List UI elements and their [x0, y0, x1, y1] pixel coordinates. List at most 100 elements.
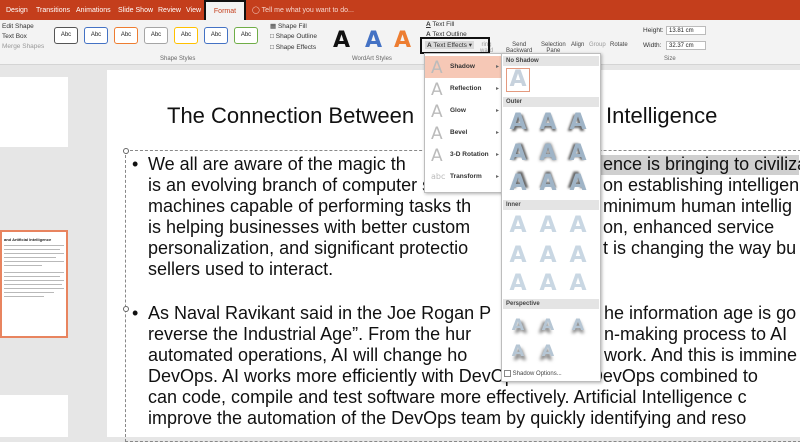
shadow-option[interactable]: A — [566, 111, 590, 135]
merge-shapes-button[interactable]: Merge Shapes — [2, 43, 44, 50]
shadow-option[interactable]: A — [536, 339, 560, 363]
menu-item-3d-rotation[interactable]: A 3-D Rotation ▸ — [425, 144, 503, 166]
shadow-option[interactable]: A — [536, 272, 560, 296]
shadow-option[interactable]: A — [536, 244, 560, 268]
width-input[interactable]: 32.37 cm — [666, 41, 706, 50]
shape-style-swatch[interactable]: Abc — [84, 27, 108, 44]
shape-fill-button[interactable]: ▦ Shape Fill — [270, 22, 307, 30]
wordart-style-black[interactable]: A — [333, 28, 350, 53]
transform-icon: abc — [431, 172, 446, 181]
shape-outline-label: Shape Outline — [275, 33, 317, 40]
body-line: personalization, and significant protect… — [148, 238, 469, 258]
shadow-options-label: Shadow Options... — [512, 371, 562, 377]
shadow-option[interactable]: A — [506, 214, 530, 238]
shadow-option[interactable]: A — [566, 272, 590, 296]
wordart-style-blue[interactable]: A — [365, 28, 382, 53]
shadow-option[interactable]: A — [566, 142, 590, 166]
shadow-option[interactable]: A — [566, 214, 590, 238]
wordart-style-orange[interactable]: A — [394, 28, 411, 53]
shadow-option-none[interactable]: A — [506, 68, 530, 92]
thumbnail-title: and Artificial Intelligence — [4, 237, 52, 242]
thumbnail-text-line — [4, 288, 64, 289]
shadow-option[interactable]: A — [536, 214, 560, 238]
text-fill-button[interactable]: A Text Fill — [426, 21, 454, 28]
text-effects-highlight-box — [420, 37, 490, 54]
menu-item-bevel[interactable]: A Bevel ▸ — [425, 122, 503, 144]
shape-style-swatch[interactable]: Abc — [174, 27, 198, 44]
slide-title[interactable]: The Connection Between icial Intelligenc… — [167, 103, 717, 129]
height-label: Height: — [643, 27, 664, 34]
gallery-section-perspective: Perspective — [503, 299, 599, 309]
edit-shape-button[interactable]: Edit Shape — [2, 23, 34, 30]
group-label-shape-styles: Shape Styles — [160, 56, 196, 62]
tab-review[interactable]: Review — [158, 0, 181, 20]
resize-handle[interactable] — [123, 148, 129, 154]
bullet: • — [132, 154, 139, 174]
menu-item-label: Glow — [450, 107, 466, 114]
group-label-size: Size — [664, 56, 676, 62]
thumbnail-text-line — [4, 265, 42, 266]
shadow-option[interactable]: A — [506, 172, 530, 196]
tab-slide-show[interactable]: Slide Show — [118, 0, 153, 20]
shadow-option[interactable]: A — [566, 172, 590, 196]
thumbnail-text-line — [4, 296, 44, 297]
shape-effects-button[interactable]: □ Shape Effects — [270, 44, 316, 51]
shadow-option[interactable]: A — [506, 111, 530, 135]
shadow-option[interactable]: A — [536, 313, 560, 337]
body-line-right: t is changing the way bu — [603, 238, 797, 258]
shape-style-swatch[interactable]: Abc — [54, 27, 78, 44]
shadow-options-link[interactable]: Shadow Options... — [504, 369, 598, 379]
rotate-button[interactable]: Rotate — [610, 42, 628, 48]
tab-animations[interactable]: Animations — [76, 0, 111, 20]
shadow-option[interactable]: A — [536, 142, 560, 166]
slide-thumbnail-1[interactable] — [0, 77, 68, 147]
shape-style-swatch[interactable]: Abc — [234, 27, 258, 44]
thumbnail-text-line — [4, 284, 62, 285]
body-line: can code, compile and test software more… — [148, 387, 747, 407]
menu-item-reflection[interactable]: A Reflection ▸ — [425, 78, 503, 100]
slide-thumbnail-2[interactable]: and Artificial Intelligence — [0, 230, 68, 338]
shadow-option[interactable]: A — [566, 313, 590, 337]
shadow-option[interactable]: A — [506, 142, 530, 166]
menu-item-label: 3-D Rotation — [450, 151, 489, 158]
shape-style-swatch[interactable]: Abc — [144, 27, 168, 44]
shadow-option[interactable]: A — [566, 244, 590, 268]
shape-style-swatch[interactable]: Abc — [114, 27, 138, 44]
tell-me-label: Tell me what you want to do... — [261, 7, 354, 14]
text-box-button[interactable]: Text Box — [2, 33, 27, 40]
shadow-option[interactable]: A — [506, 313, 530, 337]
shadow-option[interactable]: A — [506, 272, 530, 296]
shadow-option[interactable]: A — [536, 172, 560, 196]
gallery-section-inner: Inner — [503, 200, 599, 210]
menu-item-label: Reflection — [450, 85, 482, 92]
body-line-right: he information age is go — [604, 303, 797, 323]
menu-item-shadow[interactable]: A Shadow ▸ — [425, 56, 503, 78]
tell-me-search[interactable]: ◯ Tell me what you want to do... — [252, 0, 354, 20]
ribbon: Edit Shape Text Box Merge Shapes Abc Abc… — [0, 20, 800, 65]
tab-format[interactable]: Format — [204, 0, 246, 22]
shape-style-swatch[interactable]: Abc — [204, 27, 228, 44]
body-line: improve the automation of the DevOps tea… — [148, 408, 747, 428]
menu-item-glow[interactable]: A Glow ▸ — [425, 100, 503, 122]
slide-title-left: The Connection Between — [167, 103, 415, 128]
shadow-option[interactable]: A — [506, 244, 530, 268]
tab-view[interactable]: View — [186, 0, 201, 20]
resize-handle[interactable] — [123, 306, 129, 312]
slide-thumbnail-pane: and Artificial Intelligence — [0, 65, 78, 437]
chevron-right-icon: ▸ — [495, 108, 499, 114]
shape-outline-button[interactable]: □ Shape Outline — [270, 33, 317, 40]
thumbnail-text-line — [4, 272, 64, 273]
align-button[interactable]: Align — [571, 42, 584, 48]
tab-transitions[interactable]: Transitions — [36, 0, 70, 20]
shadow-option[interactable]: A — [536, 111, 560, 135]
shadow-icon: A — [431, 58, 443, 78]
body-line-right: on establishing intelligen — [603, 175, 800, 195]
thumbnail-text-line — [4, 261, 64, 262]
slide-thumbnail-3[interactable] — [0, 395, 68, 437]
tab-design[interactable]: Design — [6, 0, 28, 20]
group-button[interactable]: Group — [589, 42, 606, 48]
menu-item-transform[interactable]: abc Transform ▸ — [425, 166, 503, 188]
shadow-option[interactable]: A — [506, 339, 530, 363]
body-line: is helping businesses with better custom — [148, 217, 471, 237]
height-input[interactable]: 13.81 cm — [666, 26, 706, 35]
